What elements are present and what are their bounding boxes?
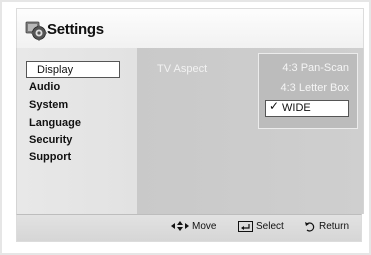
- sidebar-item-audio[interactable]: Audio: [29, 79, 60, 96]
- sidebar-menu: Display Audio System Language Security S…: [17, 48, 137, 214]
- footer-bar: Move Select Return: [16, 214, 362, 242]
- option-letter-box[interactable]: 4:3 Letter Box: [281, 82, 350, 94]
- check-icon: ✓: [269, 99, 280, 113]
- tv-aspect-label: TV Aspect: [157, 63, 208, 75]
- tv-aspect-options: 4:3 Pan-Scan 4:3 Letter Box ✓ WIDE: [258, 53, 358, 129]
- directional-arrows-icon: [171, 221, 189, 232]
- return-label: Return: [319, 221, 350, 233]
- content-area: TV Aspect 4:3 Pan-Scan 4:3 Letter Box ✓ …: [137, 48, 363, 214]
- option-wide[interactable]: ✓ WIDE: [265, 99, 349, 117]
- move-label: Move: [192, 221, 217, 232]
- settings-gear-icon: [25, 21, 47, 41]
- settings-body: Display Audio System Language Security S…: [16, 48, 364, 214]
- sidebar-item-system[interactable]: System: [29, 97, 68, 114]
- option-pan-scan[interactable]: 4:3 Pan-Scan: [282, 62, 349, 74]
- sidebar-item-language[interactable]: Language: [29, 115, 81, 132]
- select-hint[interactable]: Select: [238, 221, 284, 232]
- select-label: Select: [256, 221, 284, 233]
- enter-icon: [238, 221, 253, 232]
- settings-panel: Settings Display Audio System Language S…: [0, 0, 371, 255]
- sidebar-item-support[interactable]: Support: [29, 149, 71, 166]
- sidebar-item-security[interactable]: Security: [29, 132, 72, 149]
- page-title: Settings: [47, 21, 104, 38]
- sidebar-item-display[interactable]: Display: [26, 61, 120, 78]
- option-wide-label: WIDE: [282, 102, 311, 114]
- move-hint[interactable]: Move: [171, 221, 216, 232]
- return-hint[interactable]: Return: [304, 221, 349, 232]
- header-bar: Settings: [16, 8, 364, 49]
- return-icon: [305, 222, 315, 232]
